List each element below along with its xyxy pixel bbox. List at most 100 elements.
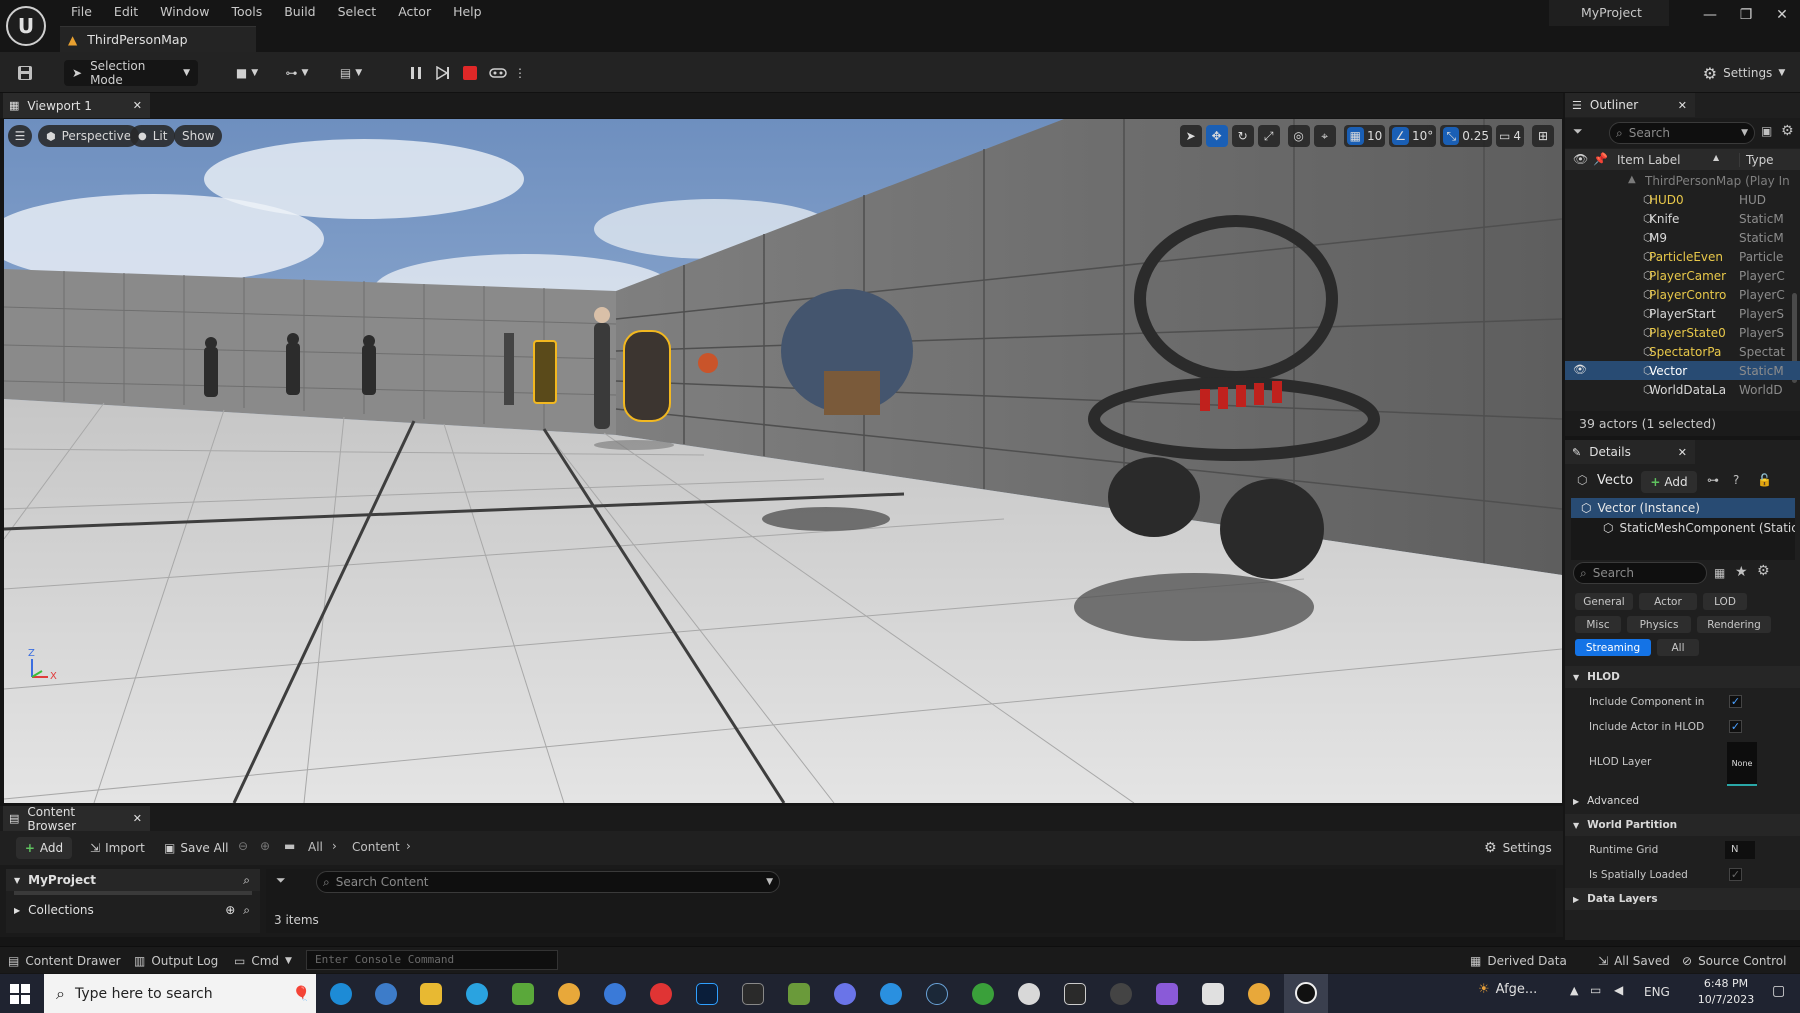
tab-map[interactable]: ▲ ThirdPersonMap — [60, 26, 256, 52]
category-rendering[interactable]: Rendering — [1697, 616, 1771, 633]
windows-start-icon[interactable] — [10, 984, 30, 1004]
outliner-row[interactable]: ⬡ PlayerContro PlayerC — [1565, 285, 1800, 304]
content-drawer-button[interactable]: ▤ Content Drawer — [8, 947, 121, 974]
outliner-search-input[interactable]: ⌕ Search ▼ — [1609, 122, 1755, 144]
world-local-icon[interactable]: ◎ — [1287, 125, 1310, 147]
content-search-input[interactable]: ⌕ Search Content ▼ — [316, 871, 780, 893]
selection-mode-dropdown[interactable]: ➤ Selection Mode ▼ — [64, 59, 198, 87]
forward-icon[interactable]: ⊕ — [260, 839, 270, 853]
minimize-icon[interactable]: — — [1692, 4, 1728, 26]
sources-root-myproject[interactable]: ▼ MyProject ⌕ — [6, 869, 260, 891]
category-actor[interactable]: Actor — [1639, 593, 1697, 610]
actor-name-field[interactable]: Vecto — [1597, 473, 1633, 488]
unreal-logo-icon[interactable]: U — [6, 6, 46, 46]
search-icon[interactable]: ⌕ — [243, 873, 250, 888]
include-component-checkbox[interactable]: ✓ — [1729, 695, 1742, 708]
add-component-button[interactable]: + Add — [1641, 471, 1697, 493]
breadcrumb-all[interactable]: All — [308, 840, 323, 854]
view-mode-button[interactable]: ● Lit — [130, 125, 176, 147]
category-all[interactable]: All — [1657, 639, 1699, 656]
rotate-tool-icon[interactable]: ↻ — [1231, 125, 1254, 147]
close-tab-icon[interactable]: ✕ — [133, 812, 142, 825]
item-label-column[interactable]: Item Label — [1617, 153, 1681, 167]
chrome-icon[interactable] — [558, 983, 580, 1005]
hlod-layer-asset-picker[interactable]: None — [1727, 742, 1757, 786]
app-icon[interactable] — [604, 983, 626, 1005]
menu-select[interactable]: Select — [327, 3, 388, 21]
all-saved-button[interactable]: ⇲ All Saved — [1598, 947, 1670, 974]
gamepad-icon[interactable] — [1156, 983, 1178, 1005]
outliner-row[interactable]: ⬡ PlayerState0 PlayerS — [1565, 323, 1800, 342]
weather-widget[interactable]: ☀ Afge... — [1478, 982, 1537, 997]
gear-icon[interactable]: ⚙ — [1781, 123, 1794, 139]
viewport-menu-button[interactable]: ☰ — [8, 125, 32, 147]
app-icon[interactable] — [1202, 983, 1224, 1005]
category-physics[interactable]: Physics — [1627, 616, 1691, 633]
close-tab-icon[interactable]: ✕ — [133, 99, 142, 112]
unreal-taskbar-button[interactable] — [1284, 974, 1328, 1013]
notifications-icon[interactable]: ▢ — [1772, 983, 1785, 999]
breadcrumb-content[interactable]: Content — [352, 840, 400, 854]
content-settings-button[interactable]: ⚙ Settings — [1484, 837, 1552, 859]
star-icon[interactable]: ★ — [1735, 564, 1748, 580]
menu-build[interactable]: Build — [273, 3, 326, 21]
close-tab-icon[interactable]: ✕ — [1678, 446, 1687, 459]
translate-tool-icon[interactable]: ✥ — [1205, 125, 1228, 147]
grid-snap-toggle[interactable]: ▦ 10 — [1343, 125, 1386, 147]
category-misc[interactable]: Misc — [1575, 616, 1621, 633]
app-icon[interactable] — [512, 983, 534, 1005]
scale-snap-toggle[interactable]: ⤡ 0.25 — [1440, 125, 1493, 147]
help-icon[interactable]: ? — [1733, 473, 1739, 487]
close-window-icon[interactable]: ✕ — [1764, 4, 1800, 26]
details-search-input[interactable]: ⌕ Search — [1573, 562, 1707, 584]
surface-snap-icon[interactable]: ⌖ — [1313, 125, 1336, 147]
restore-icon[interactable]: ❐ — [1728, 4, 1764, 26]
menu-edit[interactable]: Edit — [103, 3, 149, 21]
runtime-grid-field[interactable]: N — [1725, 841, 1755, 859]
save-all-button[interactable]: ▣ Save All — [164, 837, 229, 859]
derived-data-button[interactable]: ▦ Derived Data — [1470, 947, 1567, 974]
category-streaming[interactable]: Streaming — [1575, 639, 1651, 656]
outliner-row[interactable]: ⬡ ParticleEven Particle — [1565, 247, 1800, 266]
console-command-input[interactable]: Enter Console Command — [306, 950, 558, 970]
outliner-root-row[interactable]: ▲ ThirdPersonMap (Play In — [1565, 171, 1800, 190]
outliner-row[interactable]: ⬡ Knife StaticM — [1565, 209, 1800, 228]
more-options-icon[interactable]: ⋮ — [513, 60, 527, 86]
app-icon[interactable] — [880, 983, 902, 1005]
output-log-button[interactable]: ▥ Output Log — [134, 947, 218, 974]
file-explorer-icon[interactable] — [420, 983, 442, 1005]
blueprints-button[interactable]: ⊶ ▼ — [277, 60, 317, 86]
rotation-snap-toggle[interactable]: ∠ 10° — [1389, 125, 1437, 147]
sources-scrollbar[interactable] — [14, 891, 252, 895]
outliner-row[interactable]: ⬡ SpectatorPa Spectat — [1565, 342, 1800, 361]
outliner-row[interactable]: ⬡ HUD0 HUD — [1565, 190, 1800, 209]
tab-viewport[interactable]: ▦ Viewport 1 ✕ — [3, 93, 150, 118]
type-column[interactable]: Type — [1739, 153, 1774, 167]
menu-file[interactable]: File — [60, 3, 103, 21]
outliner-row[interactable]: ⬡ PlayerStart PlayerS — [1565, 304, 1800, 323]
visibility-column-icon[interactable]: 👁 — [1573, 152, 1588, 166]
section-hlod[interactable]: ▼ HLOD — [1565, 666, 1800, 688]
media-player-icon[interactable] — [650, 983, 672, 1005]
tab-content-browser[interactable]: ▤ Content Browser ✕ — [3, 805, 150, 833]
steam-icon[interactable] — [926, 983, 948, 1005]
component-row-static-mesh[interactable]: ⬡ StaticMeshComponent (StaticM — [1571, 518, 1795, 538]
section-advanced[interactable]: ▶ Advanced — [1565, 790, 1800, 812]
stop-button[interactable] — [458, 60, 482, 86]
edge-icon[interactable] — [330, 983, 352, 1005]
menu-help[interactable]: Help — [442, 3, 493, 21]
table-view-icon[interactable]: ▦ — [1714, 566, 1725, 580]
app-icon[interactable] — [1110, 983, 1132, 1005]
xbox-icon[interactable] — [972, 983, 994, 1005]
epic-games-icon[interactable] — [1064, 983, 1086, 1005]
outliner-row[interactable]: 👁 ⬡ Vector StaticM — [1565, 361, 1800, 380]
app-icon[interactable] — [375, 983, 397, 1005]
select-tool-icon[interactable]: ➤ — [1179, 125, 1202, 147]
collections-section[interactable]: ▶ Collections ⊕ ⌕ — [6, 899, 260, 921]
add-collection-icon[interactable]: ⊕ — [225, 903, 235, 917]
chrome-icon[interactable] — [1248, 983, 1270, 1005]
app-icon[interactable] — [1018, 983, 1040, 1005]
add-folder-icon[interactable]: ▣ — [1761, 124, 1772, 138]
gear-icon[interactable]: ⚙ — [1757, 563, 1770, 579]
menu-tools[interactable]: Tools — [220, 3, 273, 21]
